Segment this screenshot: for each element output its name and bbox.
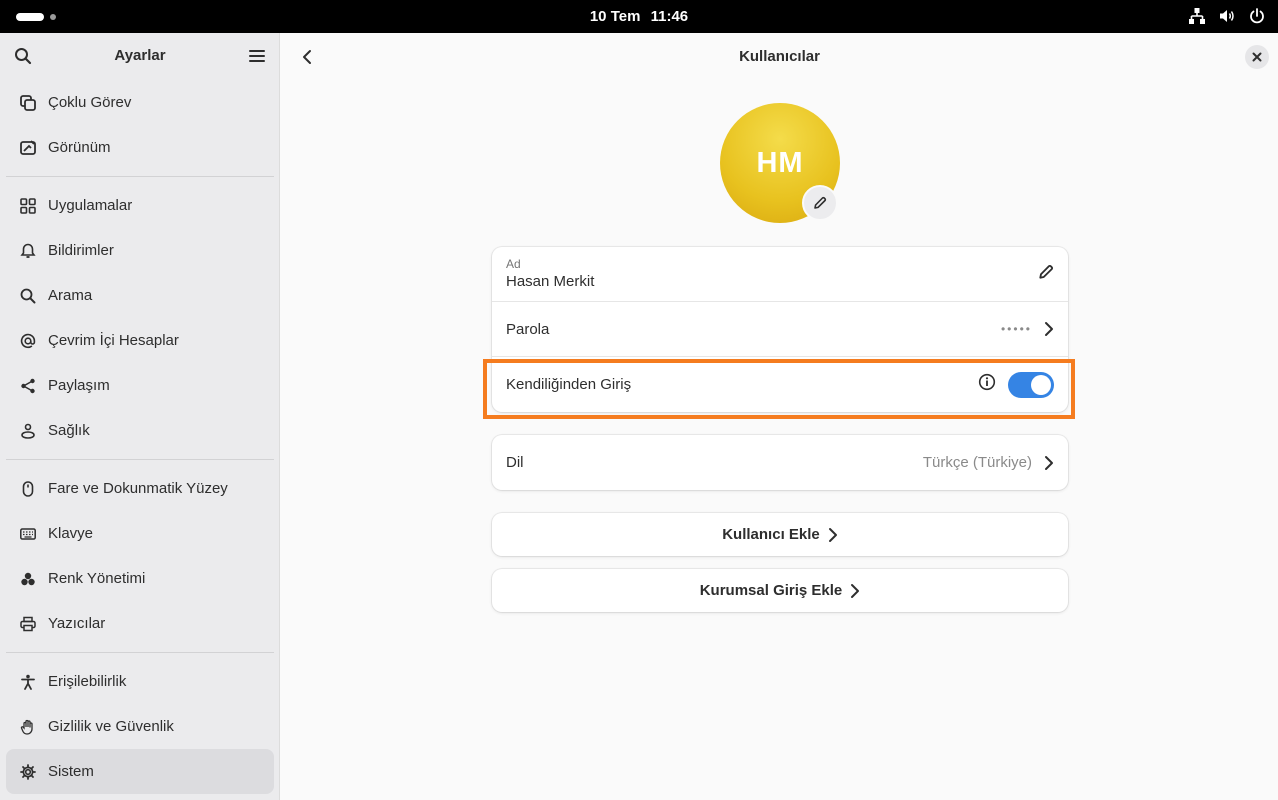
password-value: •••••: [1000, 322, 1032, 336]
avatar-edit-button[interactable]: [802, 185, 838, 221]
at-sign-icon: [18, 331, 38, 351]
add-user-label: Kullanıcı Ekle: [722, 526, 820, 543]
sidebar-item-label: Gizlilik ve Güvenlik: [48, 718, 174, 735]
add-enterprise-login-button[interactable]: Kurumsal Giriş Ekle: [492, 569, 1068, 612]
sidebar-item-multitasking[interactable]: Çoklu Görev: [6, 80, 274, 125]
sidebar-item-keyboard[interactable]: Klavye: [6, 511, 274, 556]
sidebar-item-label: Renk Yönetimi: [48, 570, 146, 587]
sidebar-item-label: Fare ve Dokunmatik Yüzey: [48, 480, 228, 497]
accessibility-icon: [18, 672, 38, 692]
edit-name-button[interactable]: [1038, 264, 1054, 285]
sidebar-item-appearance[interactable]: Görünüm: [6, 125, 274, 170]
multitasking-icon: [18, 93, 38, 113]
sidebar-separator: [6, 170, 274, 183]
apps-grid-icon: [18, 196, 38, 216]
sidebar-item-system[interactable]: Sistem: [6, 749, 274, 794]
sidebar-item-label: Çoklu Görev: [48, 94, 132, 111]
avatar-initials: HM: [756, 146, 804, 179]
sidebar-item-search[interactable]: Arama: [6, 273, 274, 318]
clock-time: 11:46: [650, 8, 689, 25]
sidebar-header: Ayarlar: [0, 33, 279, 79]
pencil-icon: [1039, 264, 1054, 279]
sidebar-item-privacy[interactable]: Gizlilik ve Güvenlik: [6, 704, 274, 749]
share-icon: [18, 376, 38, 396]
sidebar: Ayarlar Çoklu Görev Görünüm Uygulamalar …: [0, 33, 280, 800]
network-icon: [1188, 7, 1206, 25]
password-label: Parola: [506, 321, 550, 338]
sidebar-item-label: Çevrim İçi Hesaplar: [48, 332, 179, 349]
page-title: Kullanıcılar: [739, 48, 820, 65]
printer-icon: [18, 614, 38, 634]
sidebar-item-label: Arama: [48, 287, 93, 304]
sidebar-item-label: Görünüm: [48, 139, 111, 156]
sidebar-separator: [6, 453, 274, 466]
sidebar-item-apps[interactable]: Uygulamalar: [6, 183, 274, 228]
language-label: Dil: [506, 454, 524, 471]
sidebar-item-label: Yazıcılar: [48, 615, 106, 632]
hand-icon: [18, 717, 38, 737]
chevron-right-icon: [828, 527, 837, 542]
sidebar-item-label: Uygulamalar: [48, 197, 133, 214]
search-icon: [18, 286, 38, 306]
system-tray[interactable]: [1188, 7, 1266, 25]
sidebar-item-mouse-touchpad[interactable]: Fare ve Dokunmatik Yüzey: [6, 466, 274, 511]
language-value: Türkçe (Türkiye): [922, 454, 1032, 471]
add-user-button[interactable]: Kullanıcı Ekle: [492, 513, 1068, 556]
close-button[interactable]: [1245, 45, 1269, 69]
color-management-icon: [18, 569, 38, 589]
sidebar-item-notifications[interactable]: Bildirimler: [6, 228, 274, 273]
language-row[interactable]: Dil Türkçe (Türkiye): [492, 435, 1068, 490]
top-bar: 10 Tem 11:46: [0, 0, 1278, 33]
main-panel: Kullanıcılar HM Ad Hasan Merkit Parola •…: [281, 33, 1278, 800]
sidebar-item-label: Sağlık: [48, 422, 90, 439]
chevron-right-icon: [1045, 322, 1053, 336]
appearance-icon: [18, 138, 38, 158]
clock-date: 10 Tem: [589, 8, 641, 25]
mouse-icon: [18, 479, 38, 499]
hamburger-menu-icon[interactable]: [248, 48, 266, 69]
sidebar-list: Çoklu Görev Görünüm Uygulamalar Bildirim…: [6, 80, 274, 794]
sidebar-item-label: Erişilebilirlik: [48, 673, 127, 690]
sidebar-item-label: Sistem: [48, 763, 94, 780]
pencil-icon: [814, 196, 827, 209]
name-label: Ad: [506, 257, 521, 271]
sidebar-item-label: Bildirimler: [48, 242, 114, 259]
sidebar-item-accessibility[interactable]: Erişilebilirlik: [6, 659, 274, 704]
gear-icon: [18, 762, 38, 782]
highlight-box: [483, 359, 1075, 419]
close-icon: [1252, 52, 1262, 62]
sidebar-item-wellbeing[interactable]: Sağlık: [6, 408, 274, 453]
clock[interactable]: 10 Tem 11:46: [0, 8, 1278, 25]
password-row[interactable]: Parola •••••: [492, 302, 1068, 357]
sidebar-item-online-accounts[interactable]: Çevrim İçi Hesaplar: [6, 318, 274, 363]
sidebar-title: Ayarlar: [114, 47, 166, 64]
name-row: Ad Hasan Merkit: [492, 247, 1068, 302]
sidebar-item-label: Paylaşım: [48, 377, 110, 394]
volume-icon: [1218, 7, 1236, 25]
sidebar-separator: [6, 646, 274, 659]
chevron-right-icon: [851, 583, 860, 598]
sidebar-item-color[interactable]: Renk Yönetimi: [6, 556, 274, 601]
bell-icon: [18, 241, 38, 261]
sidebar-item-sharing[interactable]: Paylaşım: [6, 363, 274, 408]
language-card: Dil Türkçe (Türkiye): [492, 435, 1068, 490]
name-value: Hasan Merkit: [506, 273, 595, 290]
wellbeing-icon: [18, 421, 38, 441]
sidebar-item-label: Klavye: [48, 525, 94, 542]
power-icon: [1248, 7, 1266, 25]
chevron-right-icon: [1045, 455, 1053, 470]
add-enterprise-login-label: Kurumsal Giriş Ekle: [699, 582, 843, 599]
sidebar-item-printers[interactable]: Yazıcılar: [6, 601, 274, 646]
keyboard-icon: [18, 524, 38, 544]
